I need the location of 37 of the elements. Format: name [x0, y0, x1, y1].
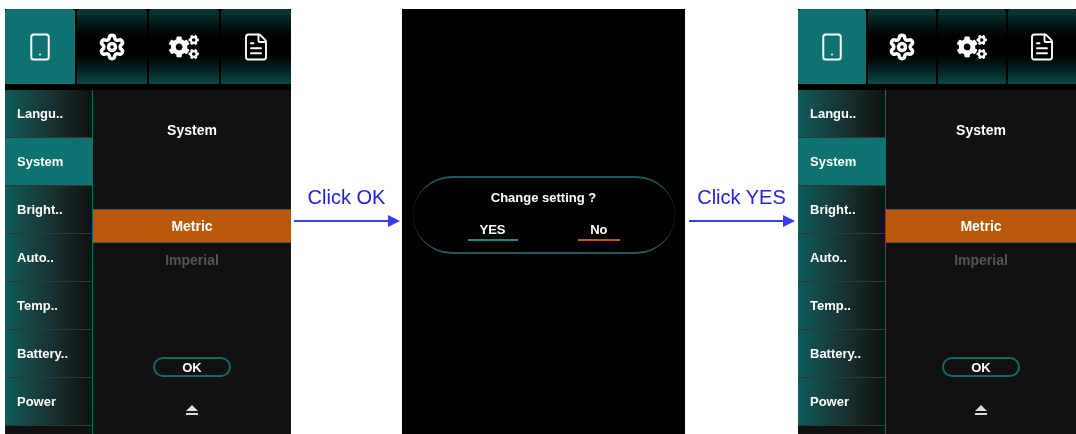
sidebar-item[interactable]: Langu.. — [798, 90, 885, 138]
sidebar-item[interactable]: Temp.. — [5, 282, 92, 330]
sidebar-item[interactable]: Battery.. — [798, 330, 885, 378]
ok-button[interactable]: OK — [942, 357, 1020, 377]
sidebar-item[interactable]: Battery.. — [5, 330, 92, 378]
sidebar-item[interactable]: System — [5, 138, 92, 186]
step-label: Click OK — [307, 187, 386, 207]
eject-icon — [975, 405, 987, 415]
sidebar-item[interactable]: System — [798, 138, 885, 186]
sidebar-item[interactable]: Bright.. — [5, 186, 92, 234]
eject-icon — [186, 405, 198, 415]
section-title: System — [956, 121, 1006, 140]
dialog-message: Change setting ? — [490, 189, 597, 207]
dialog-button[interactable]: YES — [467, 219, 518, 241]
sidebar-item[interactable]: Auto.. — [798, 234, 885, 282]
menu-tab[interactable] — [149, 9, 219, 84]
menu-tab[interactable] — [1008, 9, 1076, 84]
unit-option[interactable]: Metric — [886, 209, 1076, 243]
menu-tab[interactable] — [868, 9, 936, 84]
menu-tab[interactable] — [221, 9, 291, 84]
sidebar-item[interactable]: Power — [798, 378, 885, 426]
sidebar-item[interactable]: Power — [5, 378, 92, 426]
sidebar-item[interactable]: Langu.. — [5, 90, 92, 138]
unit-option[interactable]: Metric — [93, 209, 291, 243]
settings-icon — [888, 32, 916, 61]
ok-button[interactable]: OK — [153, 357, 231, 377]
sidebar-item[interactable]: Auto.. — [5, 234, 92, 282]
step-label: Click YES — [697, 187, 786, 207]
arrow-icon — [688, 215, 795, 227]
sidebar-item[interactable]: Bright.. — [798, 186, 885, 234]
dialog-button[interactable]: No — [578, 219, 620, 241]
section-title: System — [167, 121, 217, 140]
menu-tab[interactable] — [77, 9, 147, 84]
settings-icon — [98, 32, 126, 61]
arrow-icon — [293, 215, 400, 227]
menu-tab[interactable] — [938, 9, 1006, 84]
sidebar-item[interactable]: Temp.. — [798, 282, 885, 330]
